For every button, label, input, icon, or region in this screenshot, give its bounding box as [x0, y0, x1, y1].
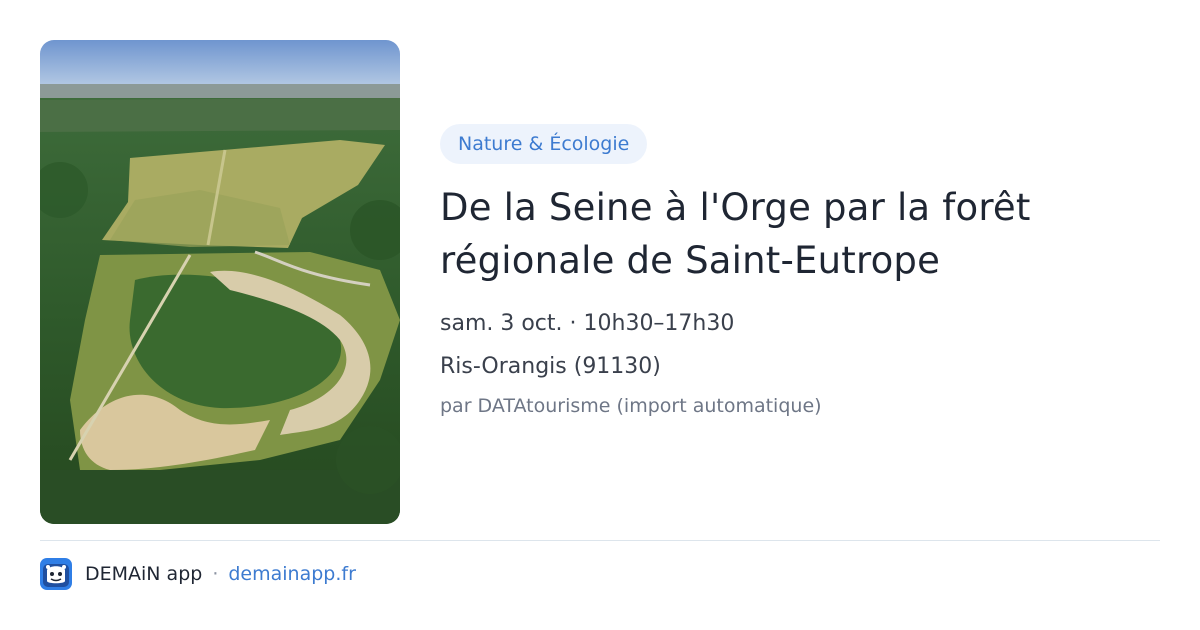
footer-separator: · — [212, 563, 219, 585]
event-photo — [40, 40, 400, 524]
domain-link[interactable]: demainapp.fr — [228, 563, 356, 585]
demain-app-logo-icon[interactable] — [40, 558, 72, 590]
event-location: Ris-Orangis (91130) — [440, 354, 661, 379]
event-source: par DATAtourisme (import automatique) — [440, 395, 822, 417]
event-title[interactable]: De la Seine à l'Orge par la forêt région… — [440, 181, 1160, 287]
event-schedule: sam. 3 oct. · 10h30–17h30 — [440, 311, 735, 336]
app-name: DEMAiN app — [85, 563, 203, 585]
footer-divider — [40, 540, 1160, 541]
footer: DEMAiN app · demainapp.fr — [40, 558, 356, 590]
event-details: Nature & Écologie De la Seine à l'Orge p… — [440, 124, 1160, 419]
category-badge[interactable]: Nature & Écologie — [440, 124, 648, 164]
